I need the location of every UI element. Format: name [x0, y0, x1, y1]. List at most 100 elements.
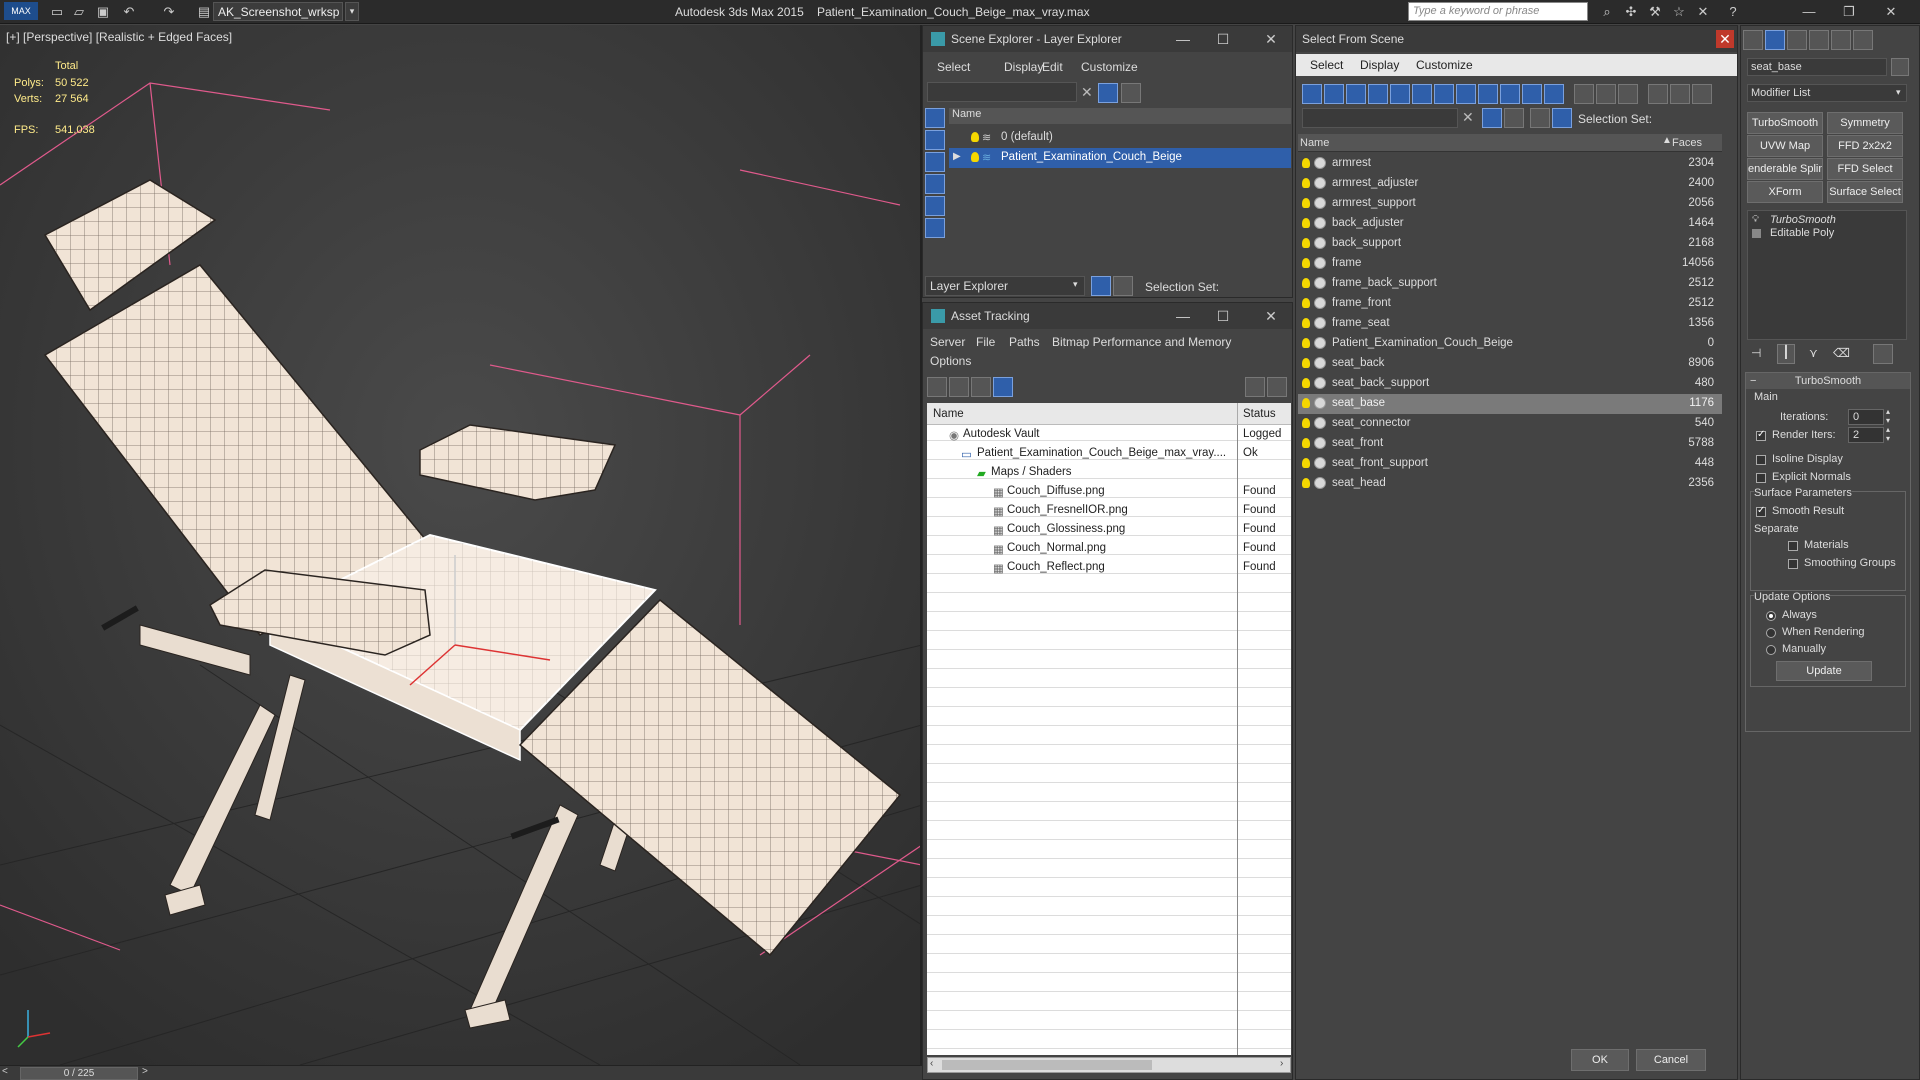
filter-icon[interactable] — [1098, 83, 1118, 103]
rollout-collapse-icon[interactable]: − — [1750, 373, 1756, 389]
lightbulb-icon[interactable] — [1302, 398, 1310, 408]
display-cameras-icon[interactable] — [925, 174, 945, 194]
object-row[interactable]: seat_back 8906 — [1298, 354, 1722, 374]
asset-row[interactable]: ▦ Couch_Diffuse.png Found — [927, 482, 1291, 502]
menu-customize[interactable]: Customize — [1081, 60, 1138, 74]
object-row[interactable]: seat_connector 540 — [1298, 414, 1722, 434]
display-helpers-icon[interactable] — [925, 196, 945, 216]
close-icon[interactable]: ✕ — [1716, 30, 1734, 48]
viewport-label[interactable]: [+] [Perspective] [Realistic + Edged Fac… — [6, 30, 232, 44]
helpers-filter-icon[interactable] — [1456, 84, 1476, 104]
maximize-icon[interactable]: ☐ — [1213, 307, 1233, 325]
display-geometry-icon[interactable] — [925, 108, 945, 128]
object-name-input[interactable]: seat_base — [1747, 58, 1887, 76]
chevron-down-icon[interactable]: ▾ — [1073, 279, 1078, 290]
tools-icon[interactable]: ✣ — [1622, 3, 1640, 21]
lightbulb-icon[interactable] — [1302, 218, 1310, 228]
make-unique-icon[interactable]: ⋎ — [1809, 346, 1818, 360]
thumbnail-view-icon[interactable] — [971, 377, 991, 397]
groups-filter-icon[interactable] — [1500, 84, 1520, 104]
display-children-icon[interactable] — [1618, 84, 1638, 104]
lightbulb-icon[interactable] — [1302, 418, 1310, 428]
redo-icon[interactable]: ↷ — [160, 3, 178, 21]
help-icon[interactable] — [1245, 377, 1265, 397]
hierarchy-filter-icon[interactable] — [1670, 84, 1690, 104]
new-file-icon[interactable]: ▭ — [48, 3, 66, 21]
object-row[interactable]: back_support 2168 — [1298, 234, 1722, 254]
lightbulb-icon[interactable] — [1302, 258, 1310, 268]
chevron-down-icon[interactable]: ▾ — [345, 2, 359, 21]
bone-filter-icon[interactable] — [1544, 84, 1564, 104]
col-name-header[interactable]: Name — [933, 408, 964, 420]
layer-explorer-icon[interactable] — [1530, 108, 1550, 128]
menu-display[interactable]: Display — [1360, 58, 1399, 72]
col-status-header[interactable]: Status — [1243, 408, 1276, 420]
layer-tree-header[interactable]: Name — [949, 108, 1291, 124]
always-radio[interactable] — [1766, 611, 1776, 621]
smooth-result-checkbox[interactable] — [1756, 505, 1766, 517]
lightbulb-icon[interactable] — [1302, 178, 1310, 188]
asset-row[interactable]: ▦ Couch_Reflect.png Found — [927, 558, 1291, 578]
xform-button[interactable]: XForm — [1747, 181, 1823, 203]
star-icon[interactable]: ☆ — [1670, 3, 1688, 21]
cameras-filter-icon[interactable] — [1434, 84, 1454, 104]
asset-row[interactable]: ▦ Couch_FresnelIOR.png Found — [927, 501, 1291, 521]
select-all-icon[interactable] — [1302, 84, 1322, 104]
layer-row[interactable]: ≋ 0 (default) — [949, 128, 1291, 148]
smoothing-groups-checkbox[interactable] — [1788, 559, 1798, 569]
display-spacewarps-icon[interactable] — [925, 218, 945, 238]
lightbulb-icon[interactable] — [1302, 318, 1310, 328]
lightbulb-icon[interactable] — [971, 132, 979, 142]
lights-filter-icon[interactable] — [1412, 84, 1432, 104]
lightbulb-icon[interactable] — [1302, 338, 1310, 348]
display-tab-icon[interactable] — [1831, 30, 1851, 50]
asset-row[interactable]: ◉ Autodesk Vault Logged — [927, 425, 1291, 445]
geometry-filter-icon[interactable] — [1368, 84, 1388, 104]
save-icon[interactable]: ▣ — [94, 3, 112, 21]
menu-select[interactable]: Select — [937, 60, 970, 74]
minimize-icon[interactable]: — — [1173, 307, 1193, 325]
layer-row-selected[interactable]: ▶ ≋ Patient_Examination_Couch_Beige — [949, 148, 1291, 168]
close-icon[interactable]: ✕ — [1882, 3, 1900, 21]
object-row[interactable]: seat_front 5788 — [1298, 434, 1722, 454]
menu-paths[interactable]: Paths — [1009, 335, 1040, 349]
close-icon[interactable]: ✕ — [1261, 307, 1281, 325]
rollout-title[interactable]: TurboSmooth — [1746, 373, 1910, 389]
stack-item-turbosmooth[interactable]: TurboSmooth — [1770, 214, 1836, 226]
object-row[interactable]: armrest 2304 — [1298, 154, 1722, 174]
shapes-filter-icon[interactable] — [1390, 84, 1410, 104]
filter-icon[interactable] — [1482, 108, 1502, 128]
spinner-arrows-icon[interactable]: ▴ ▾ — [1886, 407, 1890, 425]
lightbulb-icon[interactable] — [1302, 158, 1310, 168]
uvw-map-button[interactable]: UVW Map — [1747, 135, 1823, 157]
lightbulb-icon[interactable] — [1302, 438, 1310, 448]
menu-select[interactable]: Select — [1310, 58, 1343, 72]
lightbulb-icon[interactable] — [1302, 458, 1310, 468]
undo-icon[interactable]: ↶ — [120, 3, 138, 21]
object-color-swatch[interactable] — [1891, 58, 1909, 76]
lightbulb-icon[interactable] — [1302, 278, 1310, 288]
lightbulb-icon[interactable] — [1302, 238, 1310, 248]
maximize-icon[interactable]: ☐ — [1213, 30, 1233, 48]
manually-radio[interactable] — [1766, 645, 1776, 655]
configure-sets-icon[interactable] — [1873, 344, 1893, 364]
lightbulb-icon[interactable]: 💡︎ — [1752, 214, 1759, 225]
restore-icon[interactable]: ❐ — [1840, 3, 1858, 21]
layer-explorer-icon[interactable] — [1091, 276, 1111, 296]
asset-row[interactable]: ▦ Couch_Glossiness.png Found — [927, 520, 1291, 540]
time-slider[interactable]: < 0 / 225 > — [0, 1065, 922, 1080]
columns-icon[interactable] — [1574, 84, 1594, 104]
next-frame-icon[interactable]: > — [142, 1066, 154, 1080]
perspective-viewport[interactable]: [+] [Perspective] [Realistic + Edged Fac… — [0, 25, 922, 1065]
menu-server[interactable]: Server — [930, 335, 965, 349]
binoculars-icon[interactable]: ⌕ — [1598, 3, 1616, 21]
iterations-spinner[interactable]: 0 — [1848, 409, 1884, 425]
refresh-icon[interactable] — [927, 377, 947, 397]
menu-bitmap-performance[interactable]: Bitmap Performance and Memory — [1052, 335, 1231, 349]
open-file-icon[interactable]: ▱ — [70, 3, 88, 21]
time-slider-thumb[interactable]: 0 / 225 — [20, 1067, 138, 1080]
turbosmooth-button[interactable]: TurboSmooth — [1747, 112, 1823, 134]
help-icon[interactable]: ? — [1724, 3, 1742, 21]
expand-box-icon[interactable] — [1752, 229, 1761, 238]
select-none-icon[interactable] — [1324, 84, 1344, 104]
